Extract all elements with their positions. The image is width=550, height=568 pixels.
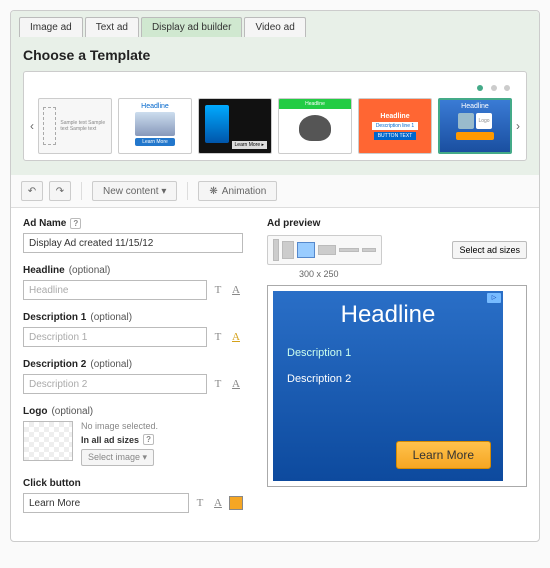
separator bbox=[187, 182, 188, 200]
animation-button[interactable]: ❋Animation bbox=[198, 181, 277, 201]
optional-label: (optional) bbox=[51, 406, 93, 417]
tab-text-ad[interactable]: Text ad bbox=[85, 17, 139, 37]
current-ad-size-label: 300 x 250 bbox=[299, 269, 527, 279]
desc1-label: Description 1 bbox=[23, 312, 86, 323]
font-color-button[interactable]: A bbox=[229, 331, 243, 343]
ad-size-option-selected[interactable] bbox=[297, 242, 315, 258]
field-click-button: Click button T A bbox=[23, 478, 243, 513]
font-family-button[interactable]: T bbox=[211, 284, 225, 296]
ad-form: Ad Name? Headline (optional) T A Descript… bbox=[11, 208, 255, 541]
logo-info: No image selected. In all ad sizes? Sele… bbox=[81, 421, 158, 466]
carousel-prev-button[interactable]: ‹ bbox=[30, 106, 34, 146]
description-1-input[interactable] bbox=[23, 327, 207, 347]
desc2-label: Description 2 bbox=[23, 359, 86, 370]
new-content-dropdown[interactable]: New content ▾ bbox=[92, 181, 177, 201]
ad-preview-canvas: ▷ Headline Description 1 Description 2 L… bbox=[267, 285, 527, 487]
ad-size-selector bbox=[267, 235, 382, 265]
field-headline: Headline (optional) T A bbox=[23, 265, 243, 300]
help-icon[interactable]: ? bbox=[70, 218, 81, 229]
ad-size-option[interactable] bbox=[282, 241, 294, 259]
editor-main: Ad Name? Headline (optional) T A Descript… bbox=[11, 208, 539, 541]
redo-button[interactable]: ↷ bbox=[49, 181, 71, 201]
adchoices-icon[interactable]: ▷ bbox=[487, 293, 501, 303]
font-color-button[interactable]: A bbox=[211, 497, 225, 509]
font-color-button[interactable]: A bbox=[229, 284, 243, 296]
separator bbox=[81, 182, 82, 200]
click-button-label: Click button bbox=[23, 478, 81, 489]
click-button-input[interactable] bbox=[23, 493, 189, 513]
field-description-2: Description 2 (optional) T A bbox=[23, 359, 243, 394]
headline-label: Headline bbox=[23, 265, 65, 276]
field-description-1: Description 1 (optional) T A bbox=[23, 312, 243, 347]
tab-video-ad[interactable]: Video ad bbox=[244, 17, 305, 37]
field-logo: Logo (optional) No image selected. In all… bbox=[23, 406, 243, 466]
carousel-dot[interactable] bbox=[491, 85, 497, 91]
font-color-button[interactable]: A bbox=[229, 378, 243, 390]
logo-label: Logo bbox=[23, 406, 47, 417]
template-thumb[interactable]: Sample text Sample text Sample text bbox=[38, 98, 112, 154]
font-family-button[interactable]: T bbox=[211, 331, 225, 343]
carousel-dot[interactable] bbox=[477, 85, 483, 91]
undo-button[interactable]: ↶ bbox=[21, 181, 43, 201]
field-ad-name: Ad Name? bbox=[23, 218, 243, 253]
ad-type-tabs: Image ad Text ad Display ad builder Vide… bbox=[11, 11, 539, 37]
template-thumb[interactable]: Learn More ▸ bbox=[198, 98, 272, 154]
tab-image-ad[interactable]: Image ad bbox=[19, 17, 83, 37]
ad-preview-panel: Ad preview Select ad sizes 300 x 250 ▷ H… bbox=[255, 208, 539, 541]
ad-size-option[interactable] bbox=[318, 245, 336, 255]
template-section-title: Choose a Template bbox=[23, 47, 527, 63]
font-family-button[interactable]: T bbox=[211, 378, 225, 390]
preview-title: Ad preview bbox=[267, 218, 527, 229]
button-color-swatch[interactable] bbox=[229, 496, 243, 510]
template-thumb-list: Sample text Sample text Sample text Head… bbox=[38, 98, 512, 154]
template-section: Choose a Template ‹ Sample text Sample t… bbox=[11, 37, 539, 175]
template-thumb-selected[interactable]: Headline Logo bbox=[438, 98, 512, 154]
app-frame: Image ad Text ad Display ad builder Vide… bbox=[10, 10, 540, 542]
ad-size-option[interactable] bbox=[362, 248, 376, 252]
ad-name-input[interactable] bbox=[23, 233, 243, 253]
star-icon: ❋ bbox=[209, 186, 217, 197]
preview-description-1: Description 1 bbox=[287, 347, 489, 359]
logo-all-sizes-text: In all ad sizes bbox=[81, 435, 139, 445]
template-thumb[interactable]: HeadlineDescription line 1BUTTON TEXT bbox=[358, 98, 432, 154]
description-2-input[interactable] bbox=[23, 374, 207, 394]
help-icon[interactable]: ? bbox=[143, 434, 154, 445]
ad-name-label: Ad Name bbox=[23, 218, 66, 229]
logo-thumbnail[interactable] bbox=[23, 421, 73, 461]
preview-headline: Headline bbox=[287, 301, 489, 329]
ad-size-option[interactable] bbox=[339, 248, 359, 252]
optional-label: (optional) bbox=[90, 312, 132, 323]
select-image-dropdown[interactable]: Select image ▾ bbox=[81, 449, 154, 466]
optional-label: (optional) bbox=[69, 265, 111, 276]
font-family-button[interactable]: T bbox=[193, 497, 207, 509]
headline-input[interactable] bbox=[23, 280, 207, 300]
preview-description-2: Description 2 bbox=[287, 373, 489, 385]
logo-no-image-text: No image selected. bbox=[81, 421, 158, 431]
tab-display-ad-builder[interactable]: Display ad builder bbox=[141, 17, 243, 37]
template-carousel: ‹ Sample text Sample text Sample text He… bbox=[23, 71, 527, 161]
ad-preview: ▷ Headline Description 1 Description 2 L… bbox=[273, 291, 503, 481]
template-thumb[interactable]: HeadlineLearn More bbox=[118, 98, 192, 154]
carousel-pagination bbox=[30, 78, 520, 96]
carousel-dot[interactable] bbox=[504, 85, 510, 91]
select-ad-sizes-button[interactable]: Select ad sizes bbox=[452, 241, 527, 259]
ad-size-option[interactable] bbox=[273, 239, 279, 261]
carousel-next-button[interactable]: › bbox=[516, 106, 520, 146]
template-thumb[interactable]: Headline bbox=[278, 98, 352, 154]
preview-cta-button[interactable]: Learn More bbox=[396, 441, 491, 469]
optional-label: (optional) bbox=[90, 359, 132, 370]
editor-toolbar: ↶ ↷ New content ▾ ❋Animation bbox=[11, 175, 539, 208]
